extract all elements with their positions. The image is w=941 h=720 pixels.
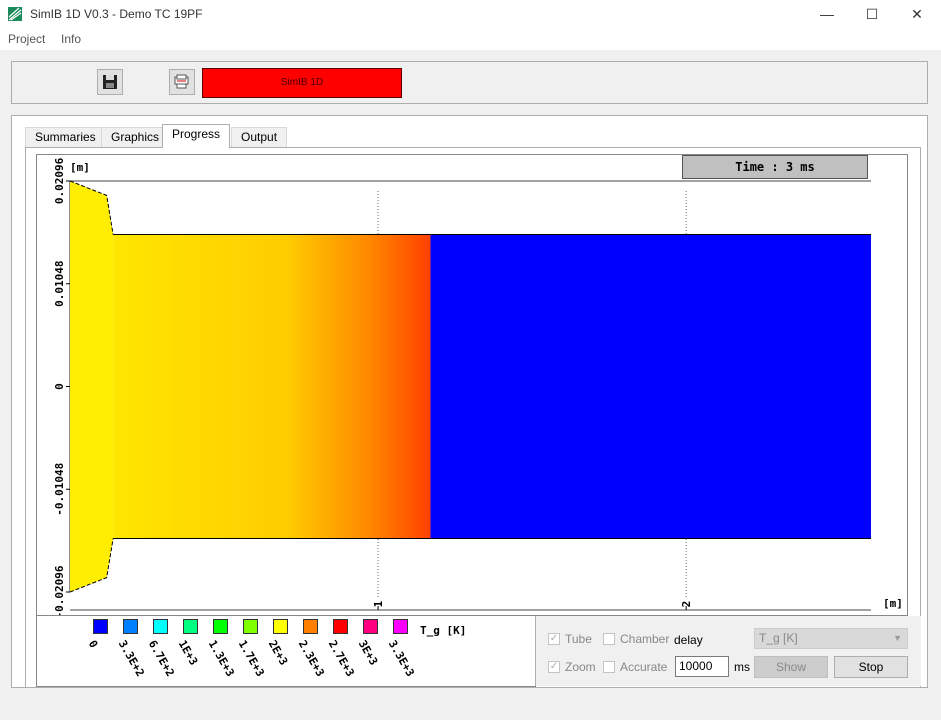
legend-label: 1E+3 [175,638,201,668]
chamber-region [70,181,114,592]
legend-swatch [123,619,138,634]
y-tick-label: -0.01048 [53,463,66,516]
tab-summaries[interactable]: Summaries [25,127,106,147]
print-icon [174,74,189,89]
maximize-button[interactable]: ☐ [849,0,895,28]
close-button[interactable]: ✕ [894,0,940,28]
legend-label: 1.7E+3 [235,638,267,679]
title-bar: SimIB 1D V0.3 - Demo TC 19PF — ☐ ✕ [0,0,941,28]
save-button[interactable] [97,69,123,95]
menu-project[interactable]: Project [8,32,45,46]
save-icon [103,75,117,89]
tab-graphics[interactable]: Graphics [101,127,170,147]
legend-label: 2.3E+3 [295,638,327,679]
legend-swatch [183,619,198,634]
legend-label: 0 [85,638,101,651]
tube-checkbox[interactable]: ✓ [548,633,560,645]
zoom-label: Zoom [565,660,596,674]
legend-swatch [333,619,348,634]
y-unit-label: [m] [70,161,90,174]
y-tick-label: -0.02096 [53,565,66,615]
stop-button[interactable]: Stop [834,656,908,678]
legend-swatch [213,619,228,634]
toolbar-panel: SimIB 1D [11,61,928,104]
chamber-label: Chamber [620,632,670,646]
legend-label: 3.3E+2 [115,638,147,679]
variable-select-value: T_g [K] [759,631,798,645]
print-button[interactable] [169,69,195,95]
y-tick-label: 0 [53,383,66,390]
y-tick-label: 0.01048 [53,261,66,307]
cold-gas-region [430,234,871,539]
menu-info[interactable]: Info [61,32,81,46]
legend-swatch [273,619,288,634]
legend-swatch [363,619,378,634]
legend-swatch [93,619,108,634]
legend-label: 3E+3 [355,638,381,668]
tube-temperature-plot: 0.02096 0.01048 0 -0.01048 -0.02096 1 2 [53,157,871,618]
legend-label: 2E+3 [265,638,291,668]
window-title: SimIB 1D V0.3 - Demo TC 19PF [30,7,203,21]
tab-output[interactable]: Output [231,127,288,147]
tube-label: Tube [565,632,592,646]
chevron-down-icon: ▼ [893,633,902,643]
menu-bar: Project Info [0,28,941,50]
delay-label: delay [674,633,703,647]
y-tick-label: 0.02096 [53,157,66,204]
legend-swatch [393,619,408,634]
delay-input[interactable]: 10000 [675,656,729,677]
tab-progress[interactable]: Progress [162,124,231,148]
legend-swatch [153,619,168,634]
accurate-checkbox[interactable] [603,661,615,673]
variable-select[interactable]: T_g [K] ▼ [754,628,908,649]
legend-swatch [303,619,318,634]
legend-label: 2.7E+3 [325,638,357,679]
zoom-checkbox[interactable]: ✓ [548,661,560,673]
legend-label: 6.7E+2 [145,638,177,679]
time-display: Time : 3 ms [682,155,868,179]
x-unit-label: [m] [883,597,903,610]
show-button[interactable]: Show [754,656,828,678]
legend-label: 3.3E+3 [385,638,417,679]
simib-run-button[interactable]: SimIB 1D [202,68,402,98]
legend-panel: 0 3.3E+2 6.7E+2 1E+3 1.3E+3 1.7E+3 2E+3 2.3E+3 2… [36,616,536,687]
x-tick-label: 1 [372,600,385,607]
legend-label: 1.3E+3 [205,638,237,679]
status-bar [0,690,941,720]
legend-swatch [243,619,258,634]
x-tick-label: 2 [680,601,693,608]
accurate-label: Accurate [620,660,668,674]
app-logo-icon [8,7,22,21]
chamber-checkbox[interactable] [603,633,615,645]
delay-unit-label: ms [734,660,750,674]
plot-area: 0.02096 0.01048 0 -0.01048 -0.02096 1 2 [36,154,908,618]
legend-title: T_g [K] [420,624,467,637]
hot-gas-region [113,234,431,539]
minimize-button[interactable]: — [804,0,850,28]
